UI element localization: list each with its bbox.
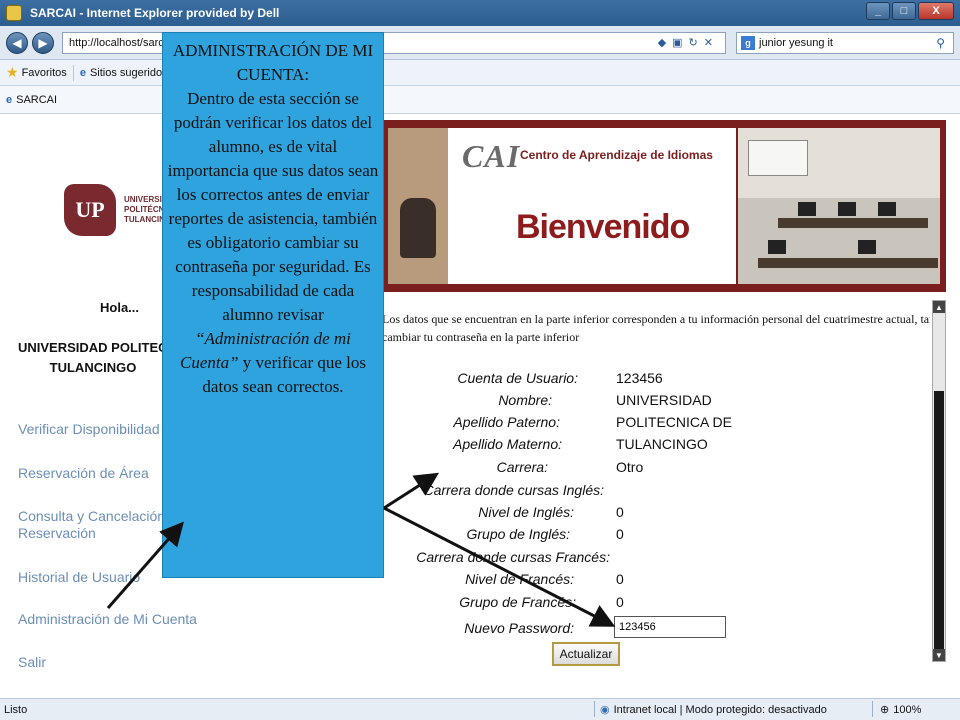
callout-title: ADMINISTRACIÓN DE MI CUENTA: bbox=[172, 41, 374, 84]
status-separator bbox=[872, 701, 873, 717]
maximize-button[interactable]: □ bbox=[892, 2, 916, 20]
status-bar: Listo ◉ Intranet local | Modo protegido:… bbox=[0, 698, 960, 720]
window-controls: _ □ X bbox=[866, 2, 954, 20]
title-bar: SARCAI - Internet Explorer provided by D… bbox=[0, 0, 960, 26]
tab-sarcai[interactable]: SARCAI bbox=[16, 94, 57, 106]
globe-icon: ◉ bbox=[600, 704, 610, 716]
ie-logo-icon bbox=[6, 5, 22, 21]
update-button[interactable]: Actualizar bbox=[552, 642, 620, 666]
form-label: Apellido Paterno: bbox=[453, 414, 560, 430]
classroom-desk bbox=[778, 218, 928, 228]
form-value: POLITECNICA DE bbox=[616, 414, 732, 430]
form-value: 0 bbox=[616, 571, 624, 587]
menu-historial-usuario[interactable]: Historial de Usuario bbox=[18, 568, 140, 586]
intro-text: Los datos que se encuentran en la parte … bbox=[382, 310, 930, 346]
zoom-icon: ⊕ bbox=[880, 704, 890, 716]
form-label: Apellido Materno: bbox=[453, 436, 562, 452]
scroll-down-icon[interactable]: ▼ bbox=[933, 649, 945, 661]
user-name-line-1: UNIVERSIDAD POLITECNICA DE bbox=[18, 340, 221, 355]
form-value: Otro bbox=[616, 459, 644, 475]
annotation-callout: ADMINISTRACIÓN DE MI CUENTA: Dentro de e… bbox=[162, 32, 384, 578]
menu-consulta-cancelacion[interactable]: Consulta y Cancelación de bbox=[18, 507, 185, 525]
classroom-desk-front bbox=[758, 258, 938, 268]
monitor-1 bbox=[798, 202, 816, 216]
scroll-up-icon[interactable]: ▲ bbox=[933, 301, 945, 313]
form-label: Carrera: bbox=[496, 459, 548, 475]
back-icon[interactable]: ◀ bbox=[6, 32, 28, 54]
menu-salir[interactable]: Salir bbox=[18, 653, 46, 671]
monitor-2 bbox=[838, 202, 856, 216]
status-text: Listo bbox=[4, 703, 28, 716]
favorites-star-icon[interactable]: ★ bbox=[6, 64, 19, 81]
menu-consulta-cancelacion-line-2[interactable]: Reservación bbox=[18, 524, 96, 542]
window-title: SARCAI - Internet Explorer provided by D… bbox=[30, 6, 280, 20]
menu-reservacion-area[interactable]: Reservación de Área bbox=[18, 464, 149, 482]
form-value: UNIVERSIDAD bbox=[616, 392, 712, 408]
monitor-3 bbox=[878, 202, 896, 216]
form-label: Grupo de Francés: bbox=[459, 594, 576, 610]
scroll-thumb[interactable] bbox=[934, 391, 944, 657]
minimize-button[interactable]: _ bbox=[866, 2, 890, 20]
form-label: Carrera donde cursas Inglés: bbox=[423, 482, 604, 498]
banner-center-panel: CAI Centro de Aprendizaje de Idiomas Bie… bbox=[448, 128, 736, 284]
form-value: 123456 bbox=[616, 370, 663, 386]
callout-body: Dentro de esta sección se podrán verific… bbox=[167, 87, 379, 399]
new-password-input[interactable] bbox=[614, 616, 726, 638]
banner-photo-right bbox=[738, 128, 940, 284]
ie-page-icon: e bbox=[79, 66, 86, 79]
zone-text: Intranet local | Modo protegido: desacti… bbox=[613, 703, 827, 716]
cai-logo: CAI bbox=[462, 138, 521, 174]
form-label: Grupo de Inglés: bbox=[466, 526, 570, 542]
browser-window: SARCAI - Internet Explorer provided by D… bbox=[0, 0, 960, 720]
favorites-separator bbox=[72, 64, 74, 81]
welcome-banner: CAI Centro de Aprendizaje de Idiomas Bie… bbox=[382, 120, 946, 292]
upt-logo-icon: UP bbox=[64, 184, 116, 236]
search-input[interactable]: g junior yesung it ⚲ bbox=[736, 32, 954, 54]
classroom-board bbox=[748, 140, 808, 176]
menu-verificar-disponibilidad[interactable]: Verificar Disponibilidad bbox=[18, 420, 160, 438]
welcome-heading: Bienvenido bbox=[516, 208, 690, 246]
google-icon: g bbox=[741, 36, 755, 50]
zoom-control[interactable]: ⊕ 100% bbox=[880, 703, 922, 717]
user-name-line-2: TULANCINGO bbox=[49, 360, 137, 375]
security-zone[interactable]: ◉ Intranet local | Modo protegido: desac… bbox=[600, 703, 827, 717]
form-label: Carrera donde cursas Francés: bbox=[416, 549, 610, 565]
cai-subtitle: Centro de Aprendizaje de Idiomas bbox=[520, 148, 713, 162]
close-button[interactable]: X bbox=[918, 2, 954, 20]
form-label: Cuenta de Usuario: bbox=[457, 370, 578, 386]
form-value: TULANCINGO bbox=[616, 436, 708, 452]
vertical-scrollbar[interactable]: ▲ ▼ bbox=[932, 300, 946, 662]
greeting: Hola... bbox=[100, 300, 140, 315]
refresh-stop-icons[interactable]: ◆▣↻✕ bbox=[658, 36, 719, 49]
form-label: Nivel de Francés: bbox=[465, 571, 574, 587]
suggested-sites-link[interactable]: Sitios sugeridos bbox=[90, 67, 168, 79]
page-content: UP UNIVERSIDAD POLITÉCNICA DE TULANCINGO… bbox=[0, 114, 960, 698]
intro-line-1: Los datos que se encuentran en la parte … bbox=[382, 312, 930, 326]
form-label: Nombre: bbox=[498, 392, 552, 408]
forward-icon[interactable]: ▶ bbox=[32, 32, 54, 54]
student-figure bbox=[400, 198, 436, 258]
zoom-level: 100% bbox=[893, 703, 922, 716]
favorites-bar: ★ Favoritos e Sitios sugeridos bbox=[0, 60, 960, 86]
callout-body-text: Dentro de esta sección se podrán verific… bbox=[167, 89, 379, 324]
favorites-button[interactable]: Favoritos bbox=[22, 67, 67, 79]
form-value: 0 bbox=[616, 594, 624, 610]
search-text: junior yesung it bbox=[759, 37, 833, 49]
password-label: Nuevo Password: bbox=[464, 620, 574, 636]
monitor-5 bbox=[858, 240, 876, 254]
form-value: 0 bbox=[616, 526, 624, 542]
user-name: UNIVERSIDAD POLITECNICA DE TULANCINGO bbox=[18, 338, 221, 378]
address-toolbar: ◀ ▶ http://localhost/sarca ◆▣↻✕ g junior… bbox=[0, 26, 960, 60]
tab-bar: e SARCAI bbox=[0, 86, 960, 114]
banner-photo-left bbox=[388, 128, 448, 284]
form-value: 0 bbox=[616, 504, 624, 520]
menu-administracion-cuenta[interactable]: Administración de Mi Cuenta bbox=[18, 610, 197, 628]
status-separator bbox=[594, 701, 595, 717]
monitor-4 bbox=[768, 240, 786, 254]
form-label: Nivel de Inglés: bbox=[478, 504, 574, 520]
search-icon[interactable]: ⚲ bbox=[936, 36, 945, 50]
tab-page-icon: e bbox=[6, 93, 13, 106]
url-text: http://localhost/sarca bbox=[69, 37, 170, 49]
intro-line-2: cambiar tu contraseña en la parte inferi… bbox=[382, 330, 580, 344]
